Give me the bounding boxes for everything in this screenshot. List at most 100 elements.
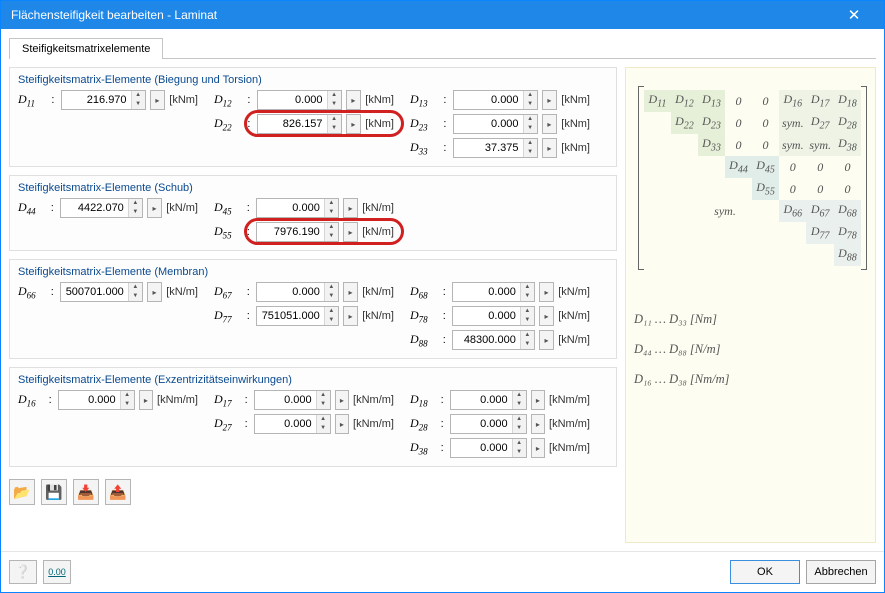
stepper-button[interactable]: ▸ bbox=[147, 198, 162, 218]
input-D67[interactable]: 0.000▲▼ bbox=[256, 282, 338, 302]
field-D13: D13: 0.000▲▼ ▸ [kNm] bbox=[410, 90, 590, 110]
stepper-button[interactable]: ▸ bbox=[531, 414, 545, 434]
import-values-icon[interactable]: 📥 bbox=[73, 479, 99, 505]
bottom-bar: ❔ 0.00 OK Abbrechen bbox=[1, 551, 884, 592]
label-D55: D55 bbox=[214, 224, 243, 240]
legend-line-2: D₄₄ … D₈₈ [N/m] bbox=[634, 334, 867, 364]
field-D16: D16: 0.000▲▼ ▸ [kNm/m] bbox=[18, 390, 198, 410]
field-D27: D27: 0.000▲▼ ▸ [kNm/m] bbox=[214, 414, 394, 434]
label-D44: D44 bbox=[18, 200, 47, 216]
stepper-button[interactable]: ▸ bbox=[531, 390, 545, 410]
stepper-button[interactable]: ▸ bbox=[542, 90, 558, 110]
field-D17: D17: 0.000▲▼ ▸ [kNm/m] bbox=[214, 390, 394, 410]
input-D77[interactable]: 751051.000▲▼ bbox=[256, 306, 338, 326]
input-D28[interactable]: 0.000▲▼ bbox=[450, 414, 527, 434]
input-D45[interactable]: 0.000▲▼ bbox=[256, 198, 338, 218]
label-D78: D78 bbox=[410, 308, 439, 324]
field-D38: D38: 0.000▲▼ ▸ [kNm/m] bbox=[410, 438, 590, 458]
label-D16: D16 bbox=[18, 392, 45, 408]
spin-down-icon[interactable]: ▼ bbox=[132, 100, 145, 109]
group-bending-title: Steifigkeitsmatrix-Elemente (Biegung und… bbox=[18, 74, 608, 86]
stepper-button[interactable]: ▸ bbox=[539, 282, 554, 302]
stepper-button[interactable]: ▸ bbox=[343, 306, 358, 326]
ok-button[interactable]: OK bbox=[730, 560, 800, 584]
input-D44[interactable]: 4422.070▲▼ bbox=[60, 198, 142, 218]
input-D78[interactable]: 0.000▲▼ bbox=[452, 306, 534, 326]
field-D33: D33: 37.375▲▼ ▸ [kNm] bbox=[410, 138, 590, 158]
field-D11: D11: 216.970▲▼ ▸ [kNm] bbox=[18, 90, 198, 110]
input-D17[interactable]: 0.000▲▼ bbox=[254, 390, 331, 410]
input-D33[interactable]: 37.375▲▼ bbox=[453, 138, 537, 158]
group-ecc-title: Steifigkeitsmatrix-Elemente (Exzentrizit… bbox=[18, 374, 608, 386]
input-D12[interactable]: 0.000▲▼ bbox=[257, 90, 341, 110]
stepper-button[interactable]: ▸ bbox=[542, 114, 558, 134]
label-D45: D45 bbox=[214, 200, 243, 216]
help-icon[interactable]: ❔ bbox=[9, 560, 37, 584]
stepper-button[interactable]: ▸ bbox=[539, 330, 554, 350]
label-D17: D17 bbox=[214, 392, 241, 408]
input-D66[interactable]: 500701.000▲▼ bbox=[60, 282, 142, 302]
field-D22: D22: 826.157▲▼ ▸ [kNm] bbox=[214, 114, 394, 134]
close-icon[interactable]: ✕ bbox=[834, 6, 874, 24]
label-D23: D23 bbox=[410, 116, 439, 132]
input-D18[interactable]: 0.000▲▼ bbox=[450, 390, 527, 410]
input-D11[interactable]: 216.970▲▼ bbox=[61, 90, 145, 110]
stepper-button[interactable]: ▸ bbox=[147, 282, 162, 302]
dialog-body: Steifigkeitsmatrixelemente Steifigkeitsm… bbox=[1, 29, 884, 551]
stepper-button[interactable]: ▸ bbox=[343, 282, 358, 302]
stepper-button[interactable]: ▸ bbox=[150, 90, 166, 110]
stepper-button[interactable]: ▸ bbox=[542, 138, 558, 158]
field-D23: D23: 0.000▲▼ ▸ [kNm] bbox=[410, 114, 590, 134]
group-shear-title: Steifigkeitsmatrix-Elemente (Schub) bbox=[18, 182, 608, 194]
field-D67: D67: 0.000▲▼ ▸ [kN/m] bbox=[214, 282, 394, 302]
input-D68[interactable]: 0.000▲▼ bbox=[452, 282, 534, 302]
stepper-button[interactable]: ▸ bbox=[139, 390, 153, 410]
field-D28: D28: 0.000▲▼ ▸ [kNm/m] bbox=[410, 414, 590, 434]
field-D77: D77: 751051.000▲▼ ▸ [kN/m] bbox=[214, 306, 394, 326]
matrix-preview-panel: D11D12D1300D16D17D18 D22D2300sym.D27D28 … bbox=[625, 67, 876, 543]
label-D13: D13 bbox=[410, 92, 439, 108]
label-D38: D38 bbox=[410, 440, 437, 456]
field-D18: D18: 0.000▲▼ ▸ [kNm/m] bbox=[410, 390, 590, 410]
label-D77: D77 bbox=[214, 308, 243, 324]
tab-strip: Steifigkeitsmatrixelemente bbox=[9, 37, 876, 59]
input-D13[interactable]: 0.000▲▼ bbox=[453, 90, 537, 110]
field-D12: D12: 0.000▲▼ ▸ [kNm] bbox=[214, 90, 394, 110]
icon-toolbar: 📂 💾 📥 📤 bbox=[9, 475, 617, 505]
stepper-button[interactable]: ▸ bbox=[531, 438, 545, 458]
label-D66: D66 bbox=[18, 284, 47, 300]
cancel-button[interactable]: Abbrechen bbox=[806, 560, 876, 584]
label-D18: D18 bbox=[410, 392, 437, 408]
left-column: Steifigkeitsmatrix-Elemente (Biegung und… bbox=[9, 67, 617, 543]
input-D55[interactable]: 7976.190▲▼ bbox=[256, 222, 338, 242]
stepper-button[interactable]: ▸ bbox=[335, 414, 349, 434]
label-D27: D27 bbox=[214, 416, 241, 432]
export-values-icon[interactable]: 📤 bbox=[105, 479, 131, 505]
stepper-button[interactable]: ▸ bbox=[539, 306, 554, 326]
input-D38[interactable]: 0.000▲▼ bbox=[450, 438, 527, 458]
group-bending: Steifigkeitsmatrix-Elemente (Biegung und… bbox=[9, 67, 617, 167]
spin-up-icon[interactable]: ▲ bbox=[132, 91, 145, 100]
open-folder-icon[interactable]: 📂 bbox=[9, 479, 35, 505]
label-D68: D68 bbox=[410, 284, 439, 300]
stepper-button[interactable]: ▸ bbox=[335, 390, 349, 410]
matrix-diagram: D11D12D1300D16D17D18 D22D2300sym.D27D28 … bbox=[638, 86, 867, 270]
group-eccentricity: Steifigkeitsmatrix-Elemente (Exzentrizit… bbox=[9, 367, 617, 467]
input-D23[interactable]: 0.000▲▼ bbox=[453, 114, 537, 134]
input-D22[interactable]: 826.157▲▼ bbox=[257, 114, 341, 134]
label-D33: D33 bbox=[410, 140, 439, 156]
input-D16[interactable]: 0.000▲▼ bbox=[58, 390, 135, 410]
stepper-button[interactable]: ▸ bbox=[343, 198, 358, 218]
stepper-button[interactable]: ▸ bbox=[343, 222, 358, 242]
legend-line-3: D₁₆ … D₃₈ [Nm/m] bbox=[634, 364, 867, 394]
stepper-button[interactable]: ▸ bbox=[346, 90, 362, 110]
tab-stiffness-matrix[interactable]: Steifigkeitsmatrixelemente bbox=[9, 38, 163, 59]
save-disk-icon[interactable]: 💾 bbox=[41, 479, 67, 505]
input-D88[interactable]: 48300.000▲▼ bbox=[452, 330, 534, 350]
precision-icon[interactable]: 0.00 bbox=[43, 560, 71, 584]
stepper-button[interactable]: ▸ bbox=[346, 114, 362, 134]
field-D66: D66: 500701.000▲▼ ▸ [kN/m] bbox=[18, 282, 198, 302]
legend-line-1: D₁₁ … D₃₃ [Nm] bbox=[634, 304, 867, 334]
label-D11: D11 bbox=[18, 92, 47, 108]
input-D27[interactable]: 0.000▲▼ bbox=[254, 414, 331, 434]
